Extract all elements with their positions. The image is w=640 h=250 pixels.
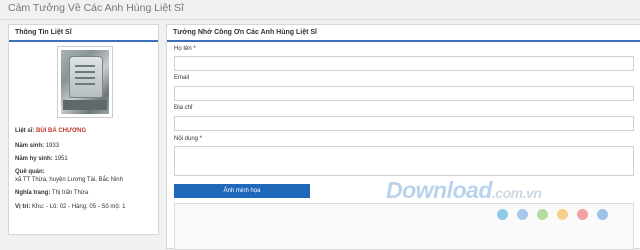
- gravestone-image: [61, 50, 109, 114]
- name-field[interactable]: [174, 56, 634, 71]
- email-label: Email: [174, 75, 190, 81]
- watermark-dot: [517, 209, 528, 220]
- hometown-row: Quê quán: xã TT Thừa, huyện Lương Tài, B…: [15, 168, 123, 184]
- martyr-photo: [57, 46, 113, 118]
- hometown-value: xã TT Thừa, huyện Lương Tài, Bắc Ninh: [15, 177, 123, 183]
- watermark-dot: [597, 209, 608, 220]
- tribute-form-title: Tưởng Nhớ Công Ơn Các Anh Hùng Liệt Sĩ: [167, 25, 640, 42]
- location-value: Khu: - Lô: 02 - Hàng: 05 - Số mộ: 1: [32, 204, 126, 210]
- address-label: Địa chỉ: [174, 105, 193, 111]
- cemetery-value: Thị trấn Thừa: [51, 190, 89, 196]
- watermark-dot: [577, 209, 588, 220]
- cemetery-row: Nghĩa trang: Thị trấn Thừa: [15, 189, 88, 197]
- content-label: Nội dung *: [174, 136, 203, 142]
- death-year-label: Năm hy sinh:: [15, 156, 53, 162]
- hometown-label: Quê quán:: [15, 169, 45, 175]
- death-year-value: 1951: [54, 156, 68, 162]
- email-field[interactable]: [174, 86, 634, 101]
- birth-year-value: 1933: [45, 143, 60, 149]
- page-title: Cảm Tưởng Về Các Anh Hùng Liệt Sĩ: [8, 2, 184, 14]
- watermark-text: Download: [386, 177, 492, 203]
- birth-year-row: Năm sinh: 1933: [15, 142, 59, 150]
- location-row: Vị trí: Khu: - Lô: 02 - Hàng: 05 - Số mộ…: [15, 203, 125, 211]
- title-divider: [0, 19, 640, 20]
- birth-year-label: Năm sinh:: [15, 143, 45, 149]
- martyr-name-row: Liệt sĩ: BÙI BÁ CHƯƠNG: [15, 127, 86, 135]
- watermark-domain: .com.vn: [491, 185, 542, 201]
- download-watermark-logo: Download.com.vn: [386, 177, 542, 204]
- upload-image-button[interactable]: Ảnh minh họa: [174, 184, 310, 198]
- martyr-name: BÙI BÁ CHƯƠNG: [36, 128, 87, 134]
- tribute-form-panel: Tưởng Nhớ Công Ơn Các Anh Hùng Liệt Sĩ H…: [166, 24, 640, 250]
- content-textarea[interactable]: [174, 146, 634, 176]
- cemetery-label: Nghĩa trang:: [15, 190, 51, 196]
- watermark-dot: [497, 209, 508, 220]
- death-year-row: Năm hy sinh: 1951: [15, 155, 68, 163]
- martyr-info-title: Thông Tin Liệt Sĩ: [9, 25, 158, 42]
- address-field[interactable]: [174, 116, 634, 131]
- watermark-dot: [537, 209, 548, 220]
- watermark-dot: [557, 209, 568, 220]
- martyr-name-label: Liệt sĩ:: [15, 128, 35, 134]
- location-label: Vị trí:: [15, 204, 31, 210]
- name-label: Họ tên *: [174, 46, 196, 52]
- martyr-info-panel: Thông Tin Liệt Sĩ Liệt sĩ: BÙI BÁ CHƯƠNG…: [8, 24, 159, 235]
